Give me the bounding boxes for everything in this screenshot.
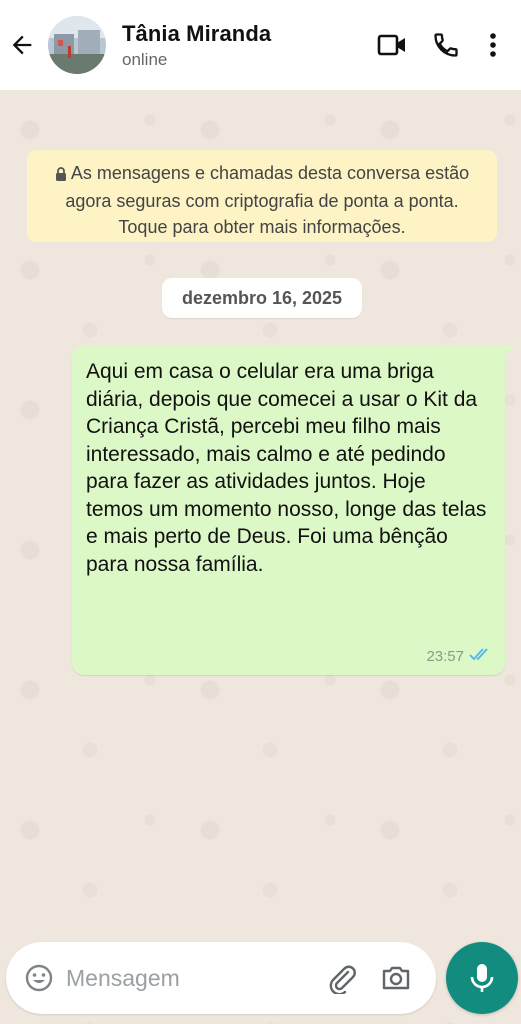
contact-info[interactable]: Tânia Miranda online [122, 21, 271, 70]
message-input[interactable]: Mensagem [66, 965, 326, 992]
message-time: 23:57 [426, 647, 464, 665]
mic-icon [470, 964, 494, 992]
contact-avatar[interactable] [48, 16, 106, 74]
date-chip: dezembro 16, 2025 [162, 278, 362, 318]
back-arrow-icon[interactable] [0, 0, 44, 90]
attach-icon[interactable] [326, 962, 358, 996]
read-ticks-icon [469, 647, 491, 665]
video-call-icon[interactable] [365, 15, 419, 75]
header-actions [365, 15, 521, 75]
lock-icon [55, 162, 67, 188]
contact-name: Tânia Miranda [122, 20, 272, 46]
encryption-notice-text: As mensagens e chamadas desta conversa e… [65, 163, 470, 237]
encryption-notice[interactable]: As mensagens e chamadas desta conversa e… [27, 150, 497, 242]
outgoing-message-bubble[interactable]: Aqui em casa o celular era uma briga diá… [72, 346, 515, 675]
message-text: Aqui em casa o celular era uma briga diá… [86, 360, 487, 576]
contact-status: online [122, 49, 168, 69]
emoji-icon[interactable] [24, 963, 54, 993]
phone-call-icon[interactable] [419, 15, 473, 75]
more-options-icon[interactable] [473, 15, 513, 75]
message-meta: 23:57 [426, 647, 491, 665]
camera-icon[interactable] [380, 962, 412, 994]
mic-button[interactable] [446, 942, 518, 1014]
message-composer: Mensagem [6, 942, 436, 1014]
chat-header: Tânia Miranda online [0, 0, 521, 90]
